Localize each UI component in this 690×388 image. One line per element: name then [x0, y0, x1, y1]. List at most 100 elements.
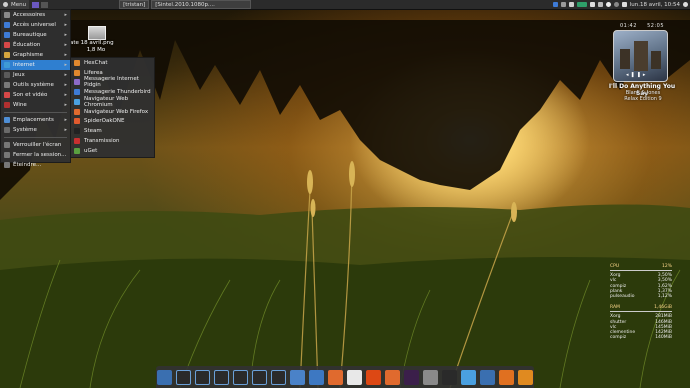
gear-icon[interactable] [613, 2, 619, 7]
text-editor-icon[interactable] [347, 369, 362, 385]
home-folder-icon[interactable] [309, 369, 324, 385]
graphics-icon [4, 52, 10, 58]
media-time-elapsed: 01:42 [620, 23, 637, 29]
menu-button[interactable]: Menu [0, 0, 30, 9]
submenu-item-label: uGet [84, 147, 98, 154]
system-icon [4, 127, 10, 133]
workspace-icon[interactable] [214, 369, 229, 385]
power-icon[interactable] [683, 2, 688, 7]
screenshot-icon[interactable] [461, 369, 476, 385]
ubuntu-icon[interactable] [366, 369, 381, 385]
mail-icon[interactable] [589, 2, 595, 7]
file-name: ate 18 avril.png [70, 40, 114, 46]
submenu-item-uget[interactable]: uGet [71, 146, 154, 156]
dropbox-icon[interactable] [552, 2, 558, 7]
menu-item-system[interactable]: Système ▸ [1, 125, 70, 135]
liferea-icon [74, 69, 80, 76]
chevron-right-icon: ▸ [64, 62, 67, 68]
ram-value: 1,46GiB [654, 305, 672, 311]
menu-separator [4, 137, 67, 138]
menu-item-label: Internet [13, 62, 35, 68]
menu-item-accessibility[interactable]: Accès universel ▸ [1, 20, 70, 30]
workspace-icon[interactable] [195, 369, 210, 385]
menu-item-education[interactable]: Éducation ▸ [1, 40, 70, 50]
submenu-item-chromium[interactable]: Navigateur Web Chromium [71, 96, 154, 108]
submenu-item-label: Messagerie Internet Pidgin [84, 76, 139, 89]
chevron-right-icon: ▸ [64, 82, 67, 88]
terminal-icon[interactable] [404, 369, 419, 385]
folder-icon[interactable] [290, 369, 305, 385]
menu-item-label: Éteindre... [13, 162, 42, 168]
steam-icon [74, 128, 80, 135]
media-time: 01:42 52:05 [620, 23, 664, 29]
menu-item-system-tools[interactable]: Outils système ▸ [1, 80, 70, 90]
pause-icon[interactable]: ❚❚ [631, 72, 643, 78]
workspace-switcher[interactable] [29, 0, 51, 9]
window-button-sintel[interactable]: [Sintel.2010.1080p.... [151, 0, 252, 9]
workspace-icon[interactable] [271, 369, 286, 385]
camera-icon[interactable] [480, 369, 495, 385]
vlc-icon[interactable] [518, 369, 533, 385]
menu-item-accessories[interactable]: Accessoires ▸ [1, 10, 70, 20]
anchor-icon[interactable] [157, 369, 172, 385]
menu-item-label: Outils système [13, 82, 54, 88]
submenu-item-hexchat[interactable]: HexChat [71, 58, 154, 68]
menu-item-logout[interactable]: Fermer la session... [1, 150, 70, 160]
ubuntu-software-icon[interactable] [385, 369, 400, 385]
submenu-item-label: Transmission [84, 137, 120, 144]
menu-item-wine[interactable]: Wine ▸ [1, 100, 70, 110]
submenu-item-firefox[interactable]: Navigateur Web Firefox [71, 107, 154, 117]
workspace-icon[interactable] [252, 369, 267, 385]
submenu-item-steam[interactable]: Steam [71, 126, 154, 136]
chevron-right-icon: ▸ [64, 42, 67, 48]
process-row: compiz 140MiB [610, 335, 672, 340]
menu-item-graphics[interactable]: Graphisme ▸ [1, 50, 70, 60]
menu-item-games[interactable]: Jeux ▸ [1, 70, 70, 80]
chevron-right-icon: ▸ [64, 12, 67, 18]
accessories-icon [4, 12, 10, 18]
window-button-tristan[interactable]: [tristan] [119, 0, 150, 9]
music-player-icon[interactable] [499, 369, 514, 385]
workspace-icon [32, 1, 40, 8]
menu-item-power[interactable]: Éteindre... [1, 160, 70, 170]
panel-clock[interactable]: lun.18 avril, 10:54 [630, 2, 680, 8]
menu-item-label: Emplacements [13, 117, 54, 123]
workspace-icon[interactable] [233, 369, 248, 385]
submenu-item-label: HexChat [84, 59, 108, 66]
cpu-graph-icon[interactable] [576, 2, 587, 7]
workspace-icon[interactable] [176, 369, 191, 385]
album-art[interactable]: ◂❚❚▸ [613, 30, 668, 82]
chevron-right-icon: ▸ [64, 92, 67, 98]
uget-icon [74, 147, 80, 154]
menu-item-label: Fermer la session... [13, 152, 67, 158]
cloud-icon[interactable] [560, 2, 566, 7]
image-viewer-icon[interactable] [423, 369, 438, 385]
desktop-file-label[interactable]: ate 18 avril.png 1,8 Mo [70, 40, 122, 54]
submenu-item-pidgin[interactable]: Messagerie Internet Pidgin [71, 76, 154, 89]
track-artist: Blank & Jones Relax Edition 9 [612, 90, 674, 102]
menu-item-places[interactable]: Emplacements ▸ [1, 115, 70, 125]
logout-icon [4, 152, 10, 158]
steam-tray-icon[interactable] [605, 2, 611, 7]
cpu-value: 12% [661, 264, 672, 269]
keyboard-icon[interactable] [597, 2, 603, 7]
menu-item-multimedia[interactable]: Son et vidéo ▸ [1, 90, 70, 100]
search-icon[interactable] [442, 369, 457, 385]
image-file-icon[interactable] [88, 26, 106, 40]
cpu-label: CPU [610, 264, 620, 269]
media-controls: ◂❚❚▸ [626, 72, 647, 78]
volume-icon[interactable] [621, 2, 627, 7]
file-size: 1,8 Mo [86, 47, 106, 53]
submenu-item-spideroak[interactable]: SpiderOakONE [71, 117, 154, 127]
menu-item-office[interactable]: Bureautique ▸ [1, 30, 70, 40]
menu-item-internet[interactable]: Internet ▸ [1, 60, 70, 70]
firefox-icon[interactable] [328, 369, 343, 385]
cpu-header: CPU 12% [610, 264, 672, 269]
submenu-item-transmission[interactable]: Transmission [71, 136, 154, 146]
dock [156, 366, 534, 388]
album-name: Relax Edition 9 [624, 95, 662, 102]
menu-item-lock[interactable]: Verrouiller l'écran [1, 140, 70, 150]
network-icon[interactable] [568, 2, 574, 7]
system-tools-icon [4, 82, 10, 88]
next-icon[interactable]: ▸ [643, 72, 648, 78]
